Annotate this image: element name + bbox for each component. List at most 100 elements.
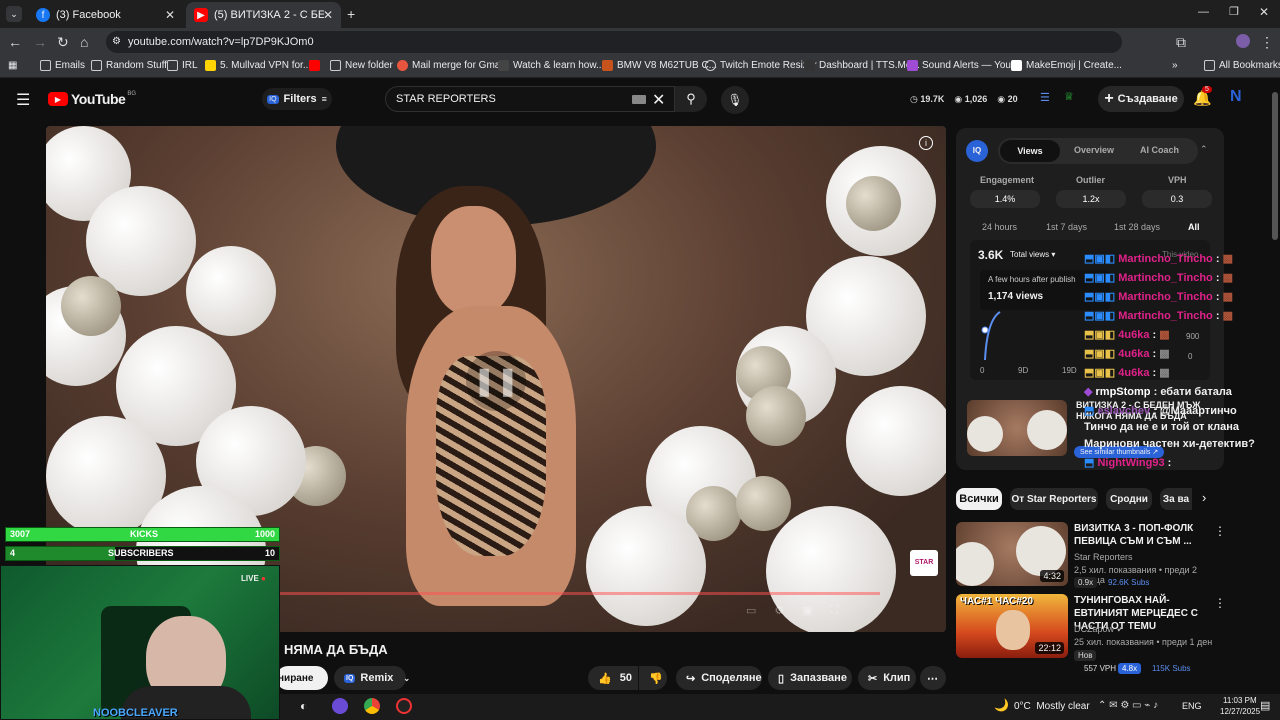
bookmark-item[interactable]: Sound Alerts — You... [907,60,1019,71]
youtube-logo[interactable]: ▶ YouTube BG [48,91,136,107]
share-button[interactable]: ↪ Споделяне [676,666,762,690]
new-tab-button[interactable]: + [347,6,355,22]
tab-youtube[interactable]: ▶ (5) ВИТИЗКА 2 - С БЕДЕН ! ✕ [186,2,341,28]
side-video-thumb[interactable] [967,400,1067,456]
youtube-bookmark-icon[interactable] [309,60,324,71]
fullscreen-icon[interactable]: ⛶ [831,604,839,617]
apps-icon[interactable]: ▦ [8,60,17,71]
tab-facebook[interactable]: f (3) Facebook ✕ [28,2,183,28]
bookmark-item[interactable]: Twitch Emote Resizer [705,60,817,71]
category-chip-all[interactable]: Всички [956,488,1002,510]
collapse-icon[interactable]: ⌃ [1200,144,1208,155]
taskbar-app-icon[interactable] [396,698,412,714]
site-info-icon[interactable]: ⚙ [112,31,121,53]
bookmark-item[interactable]: New folder [330,60,393,71]
clear-search-icon[interactable]: ✕ [652,90,665,110]
url-field[interactable]: ⚙ youtube.com/watch?v=lp7DP9KJOm0 [106,31,1122,53]
list-icon[interactable]: ☰ [1040,91,1050,104]
category-chip-for-you[interactable]: За ва [1160,488,1192,510]
taskbar-app-icon[interactable]: ◐ [300,699,307,713]
list-item[interactable]: ЧАС#1 ЧАС#20 22:12 ТУНИНГОВАХ НАЙ-ЕВТИНИ… [956,594,1226,674]
restore-button[interactable]: ❐ [1229,5,1239,18]
range-28d[interactable]: 1st 28 days [1114,222,1160,232]
more-bookmarks-icon[interactable]: » [1172,60,1178,71]
taskbar-app-icon[interactable] [332,698,348,714]
sliders-icon: ≡ [321,94,327,104]
weather-text[interactable]: 0°C Mostly clear [1014,701,1090,712]
weather-icon[interactable]: 🌙 [994,698,1009,712]
system-tray-icons[interactable]: ⌃ ✉ ⚙ ▭ ⌁ ♪ [1098,700,1158,711]
menu-icon[interactable]: ⋮ [1260,34,1274,51]
category-chip-related[interactable]: Сродни [1106,488,1152,510]
language-indicator[interactable]: ENG [1182,701,1202,711]
chrome-icon[interactable] [364,698,380,714]
tab-ai-coach[interactable]: AI Coach [1140,145,1179,155]
outlier-label: Outlier [1076,175,1106,185]
clip-button[interactable]: ✂ Клип [858,666,916,690]
voice-search-button[interactable]: 🎙 [721,86,749,114]
list-item[interactable]: 4:32 ВИЗИТКА 3 - ПОП-ФОЛК ПЕВИЦА СЪМ И С… [956,522,1226,590]
bookmark-item[interactable]: MakeEmoji | Create... [1011,60,1122,71]
chevron-right-icon[interactable]: › [1202,490,1206,505]
more-actions-icon[interactable]: ⋮ [1214,524,1226,538]
subtitles-icon[interactable]: ▭ [746,604,756,617]
bookmark-item[interactable]: BMW V8 M62TUB C... [602,60,717,71]
progress-bar[interactable] [280,592,880,595]
subscribe-button[interactable]: ниране [276,666,328,690]
bookmark-item[interactable]: IRL [167,60,198,71]
range-7d[interactable]: 1st 7 days [1046,222,1087,232]
pause-icon[interactable]: ❚❚ [466,351,526,411]
save-button[interactable]: ▯ Запазване [768,666,852,690]
forward-icon[interactable]: → [33,34,47,50]
back-icon[interactable]: ← [8,34,22,50]
settings-icon[interactable]: ⚙ [774,604,784,617]
page-scrollbar[interactable] [1272,92,1278,240]
tab-overview[interactable]: Overview [1074,145,1114,155]
clock-date[interactable]: 12/27/2025 [1220,707,1260,716]
bookmark-item[interactable]: 5. Mullvad VPN for... [205,60,311,71]
search-button[interactable]: ⚲ [675,86,707,112]
bookmark-item[interactable]: Mail merge for Gma... [397,60,509,71]
avatar[interactable]: N [1230,88,1242,106]
home-icon[interactable]: ⌂ [80,34,88,50]
dislike-button[interactable]: 👎 [639,666,667,690]
bookmark-item[interactable]: Random Stuff [91,60,167,71]
profile-icon[interactable] [1236,34,1250,48]
verified-icon: ✔ [1116,624,1125,634]
close-window-button[interactable]: ✕ [1259,5,1269,19]
badge-icon[interactable]: ♕ [1064,90,1074,103]
emote-icon: ▩ [1159,348,1170,360]
info-icon[interactable]: i [919,136,933,150]
range-24h[interactable]: 24 hours [982,222,1017,232]
range-all[interactable]: All [1188,222,1200,232]
bookmark-item[interactable]: Watch & learn how... [498,60,604,71]
hamburger-icon[interactable]: ☰ [16,90,30,110]
x-axis-tick: 0 [980,366,985,375]
tab-views[interactable]: Views [1000,140,1060,162]
extensions-icon[interactable]: ⧉ [1176,34,1186,51]
total-views-select[interactable]: Total views ▾ [1010,250,1055,259]
notification-center-icon[interactable]: ▤ [1260,699,1270,712]
clock-time[interactable]: 11:03 PM [1223,696,1257,705]
more-actions-icon[interactable]: ⋮ [1214,596,1226,610]
category-chip-channel[interactable]: От Star Reporters [1010,488,1098,510]
create-button[interactable]: + Създаване [1098,86,1184,112]
person-face [996,610,1030,650]
close-icon[interactable]: ✕ [323,8,333,22]
bookmark-item[interactable]: Emails [40,60,85,71]
close-icon[interactable]: ✕ [165,8,175,22]
reload-icon[interactable]: ↻ [57,34,69,51]
channel-watermark: STAR [910,550,938,576]
bookmark-item[interactable]: Dashboard | TTS.Mo... [804,60,920,71]
remix-button[interactable]: IQ Remix ⌄ [334,666,410,690]
miniplayer-icon[interactable]: ▣ [802,604,812,617]
like-button[interactable]: 👍 50 [588,666,638,690]
tab-menu-icon[interactable]: ⌄ [6,6,22,22]
more-button[interactable]: ⋯ [920,666,946,690]
keyboard-icon[interactable] [632,95,646,104]
all-bookmarks[interactable]: All Bookmarks [1204,60,1280,71]
minimize-button[interactable]: — [1198,6,1209,18]
search-input[interactable]: STAR REPORTERS ✕ [385,86,675,112]
browser-tab-bar: ⌄ f (3) Facebook ✕ ▶ (5) ВИТИЗКА 2 - С Б… [0,0,1280,28]
filters-button[interactable]: IQ Filters ≡ [262,88,332,110]
